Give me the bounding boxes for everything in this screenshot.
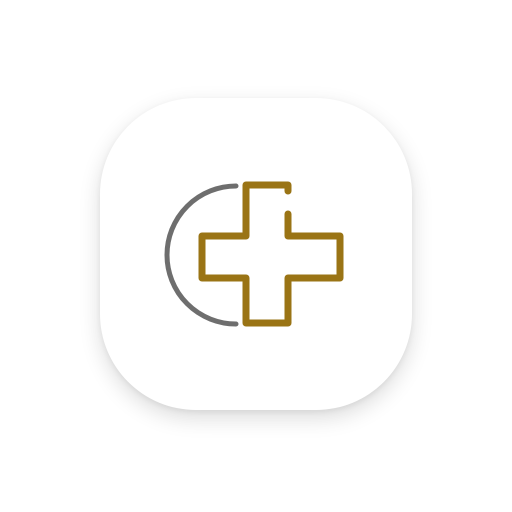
- icon-canvas: [0, 0, 512, 512]
- plus-outline: [198, 181, 344, 327]
- app-icon[interactable]: [100, 98, 412, 410]
- medical-cross-icon: [164, 181, 344, 327]
